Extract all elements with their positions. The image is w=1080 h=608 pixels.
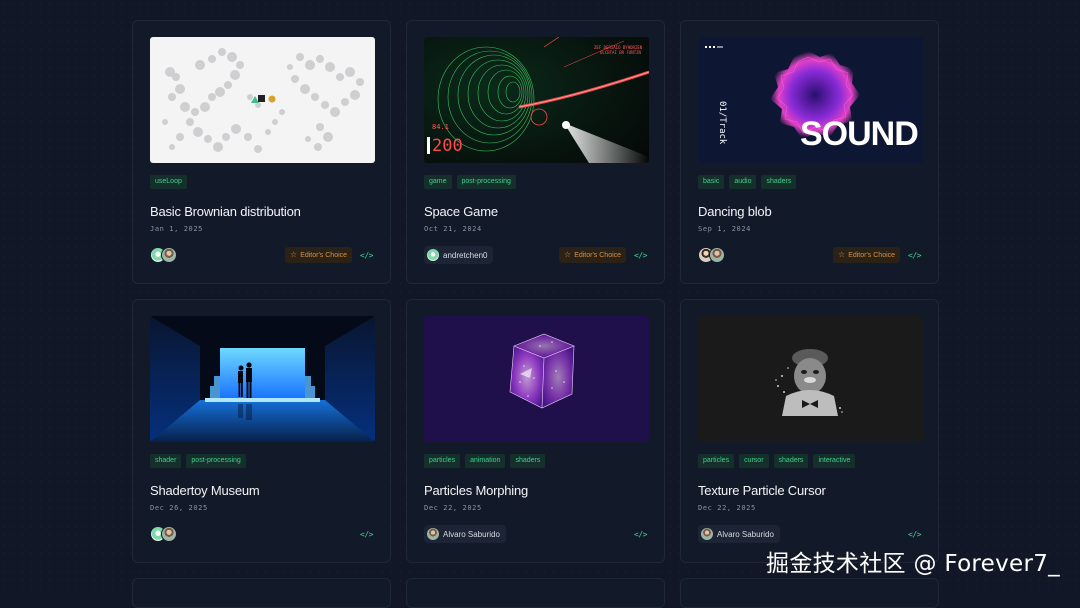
author-avatars[interactable]: [150, 247, 177, 263]
hud-score: 200: [432, 136, 463, 156]
card-footer: andretchen0 ☆ Editor's Choice </>: [424, 246, 647, 264]
avatar: [427, 249, 439, 261]
card-date: Dec 22, 2025: [424, 504, 647, 512]
card-footer: Alvaro Saburido </>: [424, 525, 647, 543]
dancing-blob-thumbnail: SOUND 01/Track: [698, 37, 923, 163]
tag[interactable]: shaders: [510, 454, 545, 468]
card-thumbnail: SOUND 01/Track: [698, 37, 923, 163]
tag[interactable]: post-processing: [186, 454, 245, 468]
badge-label: Editor's Choice: [848, 252, 895, 259]
code-icon[interactable]: </>: [360, 251, 373, 260]
editors-choice-badge: ☆ Editor's Choice: [559, 247, 626, 263]
card-date: Dec 26, 2025: [150, 504, 373, 512]
avatar[interactable]: [709, 247, 725, 263]
card-thumbnail: [698, 316, 923, 442]
card-footer: Alvaro Saburido </>: [698, 525, 921, 543]
author-avatars[interactable]: [150, 526, 177, 542]
brownian-thumbnail: [150, 37, 375, 163]
tag[interactable]: shader: [150, 454, 181, 468]
author-name: andretchen0: [443, 251, 487, 260]
tag[interactable]: useLoop: [150, 175, 187, 189]
showcase-card[interactable]: particles animation shaders Particles Mo…: [406, 299, 665, 563]
tag[interactable]: particles: [698, 454, 734, 468]
code-icon[interactable]: </>: [634, 530, 647, 539]
star-icon: ☆: [564, 251, 571, 259]
showcase-card[interactable]: [680, 578, 939, 608]
hud-speed: 84.1: [432, 123, 449, 131]
card-date: Oct 21, 2024: [424, 225, 647, 233]
tag-list: shader post-processing: [150, 454, 373, 468]
thumb-word: SOUND: [800, 115, 918, 153]
editors-choice-badge: ☆ Editor's Choice: [285, 247, 352, 263]
tag-list: basic audio shaders: [698, 175, 921, 189]
code-icon[interactable]: </>: [360, 530, 373, 539]
tag[interactable]: shaders: [761, 175, 796, 189]
museum-thumbnail: [150, 316, 375, 442]
card-title[interactable]: Basic Brownian distribution: [150, 204, 373, 219]
showcase-card[interactable]: [406, 578, 665, 608]
showcase-card[interactable]: shader post-processing Shadertoy Museum …: [132, 299, 391, 563]
avatar: [701, 528, 713, 540]
tag-list: particles cursor shaders interactive: [698, 454, 921, 468]
author-name: Alvaro Saburido: [443, 530, 500, 539]
showcase-card[interactable]: [132, 578, 391, 608]
card-date: Jan 1, 2025: [150, 225, 373, 233]
tag[interactable]: basic: [698, 175, 724, 189]
watermark: 掘金技术社区 @ Forever7_: [766, 544, 1060, 578]
card-footer: </>: [150, 525, 373, 543]
card-thumbnail: ZEF DERIAIO BYHDRZEN ULCBTAI BR FONTZN 8…: [424, 37, 649, 163]
tag[interactable]: game: [424, 175, 452, 189]
space-game-thumbnail: ZEF DERIAIO BYHDRZEN ULCBTAI BR FONTZN 8…: [424, 37, 649, 163]
tag[interactable]: animation: [465, 454, 505, 468]
star-icon: ☆: [290, 251, 297, 259]
author-name: Alvaro Saburido: [717, 530, 774, 539]
card-thumbnail: [150, 316, 375, 442]
avatar[interactable]: [161, 247, 177, 263]
card-footer: ☆ Editor's Choice </>: [150, 246, 373, 264]
card-date: Sep 1, 2024: [698, 225, 921, 233]
avatar: [427, 528, 439, 540]
tag-list: useLoop: [150, 175, 373, 189]
card-title[interactable]: Shadertoy Museum: [150, 483, 373, 498]
showcase-card[interactable]: ZEF DERIAIO BYHDRZEN ULCBTAI BR FONTZN 8…: [406, 20, 665, 284]
particle-portrait-thumbnail: [698, 316, 923, 442]
badge-label: Editor's Choice: [300, 252, 347, 259]
code-icon[interactable]: </>: [908, 530, 921, 539]
card-footer: ☆ Editor's Choice </>: [698, 246, 921, 264]
card-title[interactable]: Dancing blob: [698, 204, 921, 219]
card-title[interactable]: Texture Particle Cursor: [698, 483, 921, 498]
tag[interactable]: audio: [729, 175, 756, 189]
star-icon: ☆: [838, 251, 845, 259]
showcase-card[interactable]: SOUND 01/Track basic audio shaders Danci…: [680, 20, 939, 284]
card-title[interactable]: Space Game: [424, 204, 647, 219]
editors-choice-badge: ☆ Editor's Choice: [833, 247, 900, 263]
svg-text:ULCBTAI BR FONTZN: ULCBTAI BR FONTZN: [600, 50, 642, 55]
tag-list: particles animation shaders: [424, 454, 647, 468]
author-pill[interactable]: andretchen0: [424, 246, 493, 264]
author-pill[interactable]: Alvaro Saburido: [698, 525, 780, 543]
card-date: Dec 22, 2025: [698, 504, 921, 512]
card-title[interactable]: Particles Morphing: [424, 483, 647, 498]
tag[interactable]: post-processing: [457, 175, 516, 189]
thumb-track: 01/Track: [717, 101, 727, 145]
tag-list: game post-processing: [424, 175, 647, 189]
showcase-card[interactable]: particles cursor shaders interactive Tex…: [680, 299, 939, 563]
particle-cube-thumbnail: [424, 316, 649, 442]
author-avatars[interactable]: [698, 247, 725, 263]
showcase-card[interactable]: useLoop Basic Brownian distribution Jan …: [132, 20, 391, 284]
code-icon[interactable]: </>: [634, 251, 647, 260]
tag[interactable]: shaders: [774, 454, 809, 468]
author-pill[interactable]: Alvaro Saburido: [424, 525, 506, 543]
badge-label: Editor's Choice: [574, 252, 621, 259]
card-thumbnail: [150, 37, 375, 163]
tag[interactable]: interactive: [813, 454, 855, 468]
card-thumbnail: [424, 316, 649, 442]
tag[interactable]: particles: [424, 454, 460, 468]
code-icon[interactable]: </>: [908, 251, 921, 260]
showcase-grid: useLoop Basic Brownian distribution Jan …: [132, 20, 939, 608]
avatar[interactable]: [161, 526, 177, 542]
tag[interactable]: cursor: [739, 454, 768, 468]
